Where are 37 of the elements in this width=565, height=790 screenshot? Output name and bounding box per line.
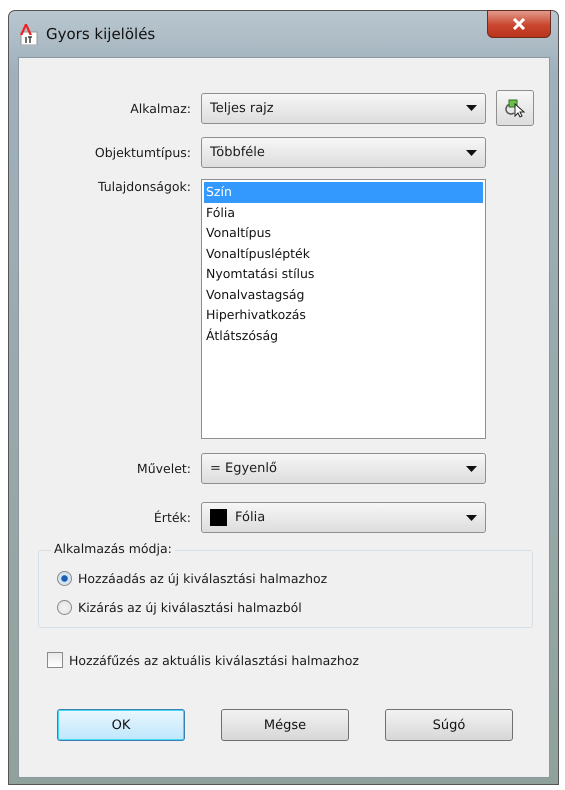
caret-icon [466, 150, 477, 156]
radio-label: Kizárás az új kiválasztási halmazból [78, 600, 302, 615]
color-swatch-icon [210, 509, 227, 526]
list-item[interactable]: Vonalvastagság [204, 284, 483, 305]
close-button[interactable] [487, 10, 551, 38]
caret-icon [466, 466, 477, 472]
list-item[interactable]: Nyomtatási stílus [204, 264, 483, 284]
dialog-button[interactable]: Súgó [385, 709, 513, 741]
field-label: Objektumtípus: [94, 145, 191, 160]
caret-icon [466, 514, 477, 520]
checkbox-label: Hozzáfűzés az aktuális kiválasztási halmazhoz [69, 652, 359, 668]
field-label: Alkalmaz: [129, 100, 191, 116]
dialog-button[interactable]: OK [57, 709, 185, 741]
dropdown[interactable]: = Egyenlő [201, 453, 486, 484]
group-title: Alkalmazás módja: [51, 541, 175, 556]
select-objects-button[interactable] [496, 90, 534, 126]
list-item[interactable]: Vonaltípus [204, 223, 483, 244]
list-item[interactable]: Vonaltípuslépték [204, 244, 483, 264]
field-label: Érték: [152, 510, 191, 525]
dropdown[interactable]: Fólia [201, 502, 486, 533]
app-logo-icon [18, 23, 38, 45]
list-item[interactable]: Átlátszóság [204, 326, 483, 346]
list-item[interactable]: Hiperhivatkozás [204, 305, 483, 326]
cursor-select-icon [504, 98, 526, 118]
field-label: Tulajdonságok: [97, 179, 191, 194]
caret-icon [466, 105, 477, 111]
checkbox[interactable] [47, 652, 63, 668]
field-label: Művelet: [136, 461, 191, 476]
list-item[interactable]: Fólia [204, 202, 483, 223]
radio-button[interactable] [57, 600, 72, 615]
close-icon [512, 18, 526, 30]
radio-button[interactable] [57, 571, 72, 586]
dialog-button[interactable]: Mégse [221, 709, 349, 741]
radio-label: Hozzáadás az új kiválasztási halmazhoz [78, 571, 328, 586]
dropdown[interactable]: Többféle [201, 137, 486, 168]
window-title: Gyors kijelölés [46, 25, 156, 43]
dropdown[interactable]: Teljes rajz [201, 92, 486, 124]
